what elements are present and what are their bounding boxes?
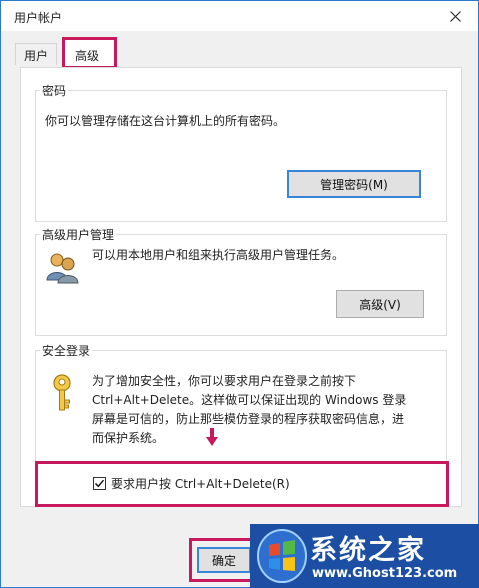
checkmark-icon (95, 479, 105, 488)
close-button[interactable] (432, 1, 478, 31)
close-icon (449, 10, 461, 22)
advanced-button[interactable]: 高级(V) (336, 290, 424, 318)
key-icon (53, 374, 71, 411)
window-title: 用户帐户 (14, 11, 63, 25)
manage-passwords-label: 管理密码(M) (320, 177, 388, 192)
require-ctrl-alt-del-checkbox[interactable] (93, 477, 106, 490)
advanced-tab-panel: 密码 你可以管理存储在这台计算机上的所有密码。 管理密码(M) 高级用户管理 可… (20, 67, 462, 507)
tab-users-label: 用户 (24, 49, 49, 63)
arrow-down-icon (206, 428, 218, 446)
watermark-title: 系统之家 (310, 535, 426, 566)
user-management-group-title: 高级用户管理 (40, 226, 117, 243)
tab-users[interactable]: 用户 (15, 43, 58, 65)
ok-button[interactable]: 确定 (197, 547, 251, 573)
title-bar: 用户帐户 (1, 1, 478, 31)
require-ctrl-alt-del-row: 要求用户按 Ctrl+Alt+Delete(R) (35, 461, 449, 507)
users-icon (46, 253, 79, 284)
secure-logon-group-title: 安全登录 (40, 342, 93, 359)
password-description: 你可以管理存储在这台计算机上的所有密码。 (45, 114, 286, 128)
site-watermark: 系统之家 www.Ghost123.com (250, 524, 479, 588)
password-group-title: 密码 (40, 82, 69, 99)
manage-passwords-button[interactable]: 管理密码(M) (287, 170, 421, 198)
ok-button-highlight: 确定 (189, 538, 259, 582)
password-group: 密码 (35, 82, 447, 222)
watermark-url: www.Ghost123.com (312, 566, 458, 581)
require-ctrl-alt-del-label[interactable]: 要求用户按 Ctrl+Alt+Delete(R) (111, 475, 290, 492)
user-management-description: 可以用本地用户和组来执行高级用户管理任务。 (92, 248, 345, 262)
tab-advanced-label: 高级 (75, 49, 100, 63)
windows-logo-icon (257, 529, 307, 583)
secure-logon-description: 为了增加安全性，你可以要求用户在登录之前按下 Ctrl+Alt+Delete。这… (92, 374, 407, 445)
ok-button-label: 确定 (211, 553, 236, 568)
user-accounts-window: 用户帐户 用户 高级 密码 你可以管理存储在这台计算机上的所有密码。 管理密码(… (0, 0, 479, 588)
tab-advanced[interactable]: 高级 (62, 37, 117, 69)
advanced-button-label: 高级(V) (359, 297, 401, 312)
